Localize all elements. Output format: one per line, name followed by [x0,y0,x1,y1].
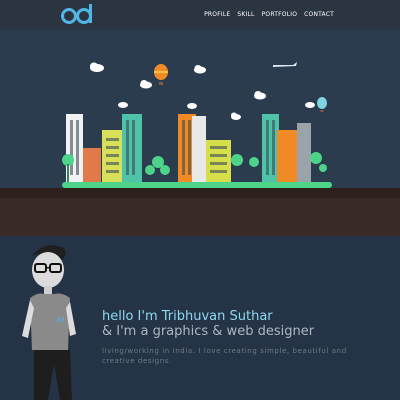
city-skyline-illustration [62,62,332,188]
intro-description: living/working in India. I love creating… [102,347,347,365]
intro-role: & I'm a graphics & web designer [102,324,315,339]
intro-greeting: hello I'm Tribhuvan Suthar [102,309,273,324]
hot-air-balloon [317,97,327,112]
nav-skill[interactable]: SKILL [237,11,254,18]
main-nav: PROFILE SKILL PORTFOLIO CONTACT [204,11,334,18]
airplane [273,62,297,67]
hot-air-balloon [154,64,168,85]
road [0,198,400,236]
avatar-illustration: ad [22,245,76,400]
nav-portfolio[interactable]: PORTFOLIO [262,11,298,18]
nav-contact[interactable]: CONTACT [304,11,334,18]
navbar: PROFILE SKILL PORTFOLIO CONTACT [0,0,400,30]
clouds [70,62,315,120]
hero-illustration [0,30,400,188]
nav-profile[interactable]: PROFILE [204,11,230,18]
ground [0,188,400,198]
logo[interactable] [60,4,94,26]
svg-text:ad: ad [56,316,65,324]
